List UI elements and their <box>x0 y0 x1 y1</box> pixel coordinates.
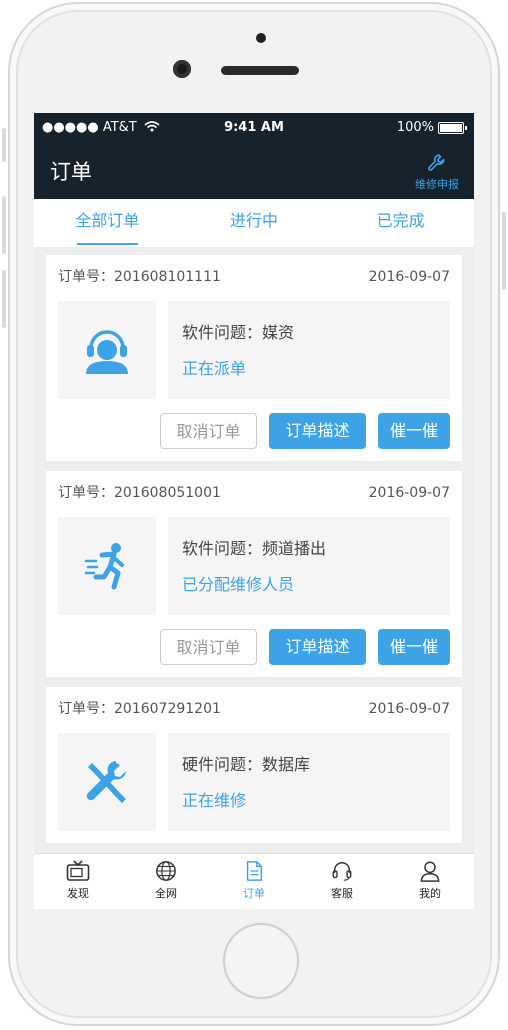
order-type-icon-box <box>58 733 156 831</box>
home-button[interactable] <box>223 923 299 999</box>
document-icon <box>246 861 263 881</box>
order-card[interactable]: 订单号：201608101111 2016-09-07 软件问题：媒资 正在派单 <box>46 255 462 461</box>
problem-type: 软件问题：频道播出 <box>182 539 327 558</box>
order-number: 订单号：201608051001 <box>58 485 221 501</box>
battery-icon <box>438 121 467 134</box>
order-list: 订单号：201608101111 2016-09-07 软件问题：媒资 正在派单 <box>34 247 474 843</box>
app-screen: ●●●●● AT&T 9:41 AM 100% 订单 维修申报 全部订单 进行中… <box>34 113 474 909</box>
running-person-icon <box>84 543 124 590</box>
order-number: 订单号：201608101111 <box>58 269 221 285</box>
tab-in-progress[interactable]: 进行中 <box>181 199 328 247</box>
order-tabs: 全部订单 进行中 已完成 <box>34 199 474 247</box>
power-button <box>502 212 506 290</box>
repair-report-label: 维修申报 <box>415 178 459 191</box>
volume-down-button <box>2 270 6 328</box>
order-type-icon-box <box>58 517 156 615</box>
battery-percent: 100% <box>396 120 434 135</box>
order-description-button[interactable]: 订单描述 <box>269 413 366 449</box>
order-description-button[interactable]: 订单描述 <box>269 629 366 665</box>
headset-person-icon <box>86 330 128 374</box>
cancel-order-button[interactable]: 取消订单 <box>160 629 257 665</box>
wrench-icon <box>428 154 445 171</box>
order-status: 已分配维修人员 <box>182 575 295 594</box>
cancel-order-button[interactable]: 取消订单 <box>160 413 257 449</box>
page-title: 订单 <box>50 160 92 184</box>
order-date: 2016-09-07 <box>368 701 450 717</box>
order-card[interactable]: 订单号：201607291201 2016-09-07 硬件问题：数据库 正在维… <box>46 687 462 843</box>
sensor-dot <box>256 33 266 43</box>
tab-all-orders[interactable]: 全部订单 <box>34 199 181 247</box>
order-status: 正在派单 <box>182 359 247 378</box>
problem-type: 软件问题：媒资 <box>182 323 295 342</box>
urge-button[interactable]: 催一催 <box>378 413 450 449</box>
order-type-icon-box <box>58 301 156 399</box>
nav-bar: 订单 维修申报 <box>34 142 474 199</box>
volume-up-button <box>2 196 6 254</box>
tools-icon <box>86 761 126 803</box>
user-icon <box>420 861 440 882</box>
globe-icon <box>156 861 176 881</box>
status-bar: ●●●●● AT&T 9:41 AM 100% <box>34 113 474 142</box>
battery-indicator: 100% <box>396 120 467 135</box>
headset-icon <box>332 862 352 881</box>
tv-icon <box>66 860 90 881</box>
tab-orders[interactable]: 订单 <box>210 854 298 909</box>
order-date: 2016-09-07 <box>368 269 450 285</box>
urge-button[interactable]: 催一催 <box>378 629 450 665</box>
mute-switch <box>2 128 6 162</box>
problem-type: 硬件问题：数据库 <box>182 755 311 774</box>
tab-mine[interactable]: 我的 <box>386 854 474 909</box>
repair-report-button[interactable]: 维修申报 <box>412 152 462 192</box>
tab-completed[interactable]: 已完成 <box>327 199 474 247</box>
tab-network[interactable]: 全网 <box>122 854 210 909</box>
tab-discover[interactable]: 发现 <box>34 854 122 909</box>
order-date: 2016-09-07 <box>368 485 450 501</box>
order-number: 订单号：201607291201 <box>58 701 221 717</box>
earpiece-speaker <box>221 66 299 75</box>
order-status: 正在维修 <box>182 791 247 810</box>
order-card[interactable]: 订单号：201608051001 2016-09-07 软件问题：频道播出 已分… <box>46 471 462 677</box>
front-camera <box>173 60 191 78</box>
bottom-tab-bar: 发现 全网 订单 客服 我的 <box>34 853 474 909</box>
tab-customer-service[interactable]: 客服 <box>298 854 386 909</box>
